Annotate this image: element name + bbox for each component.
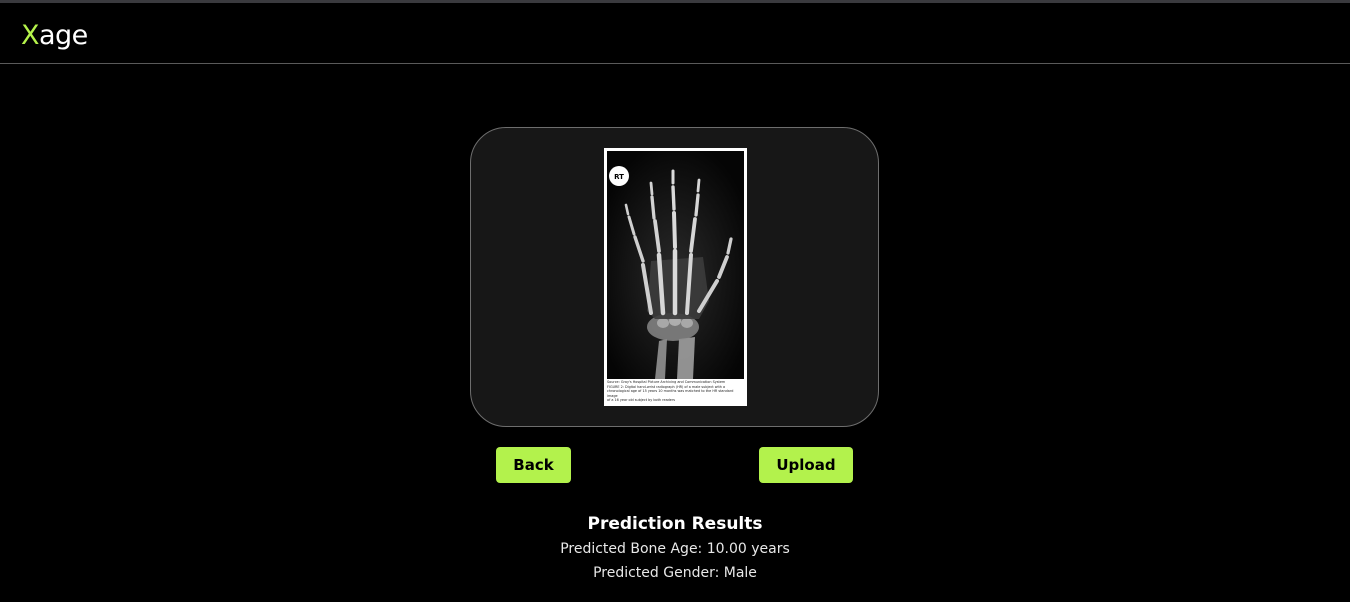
- app-logo[interactable]: Xage: [21, 19, 88, 53]
- predicted-bone-age: Predicted Bone Age: 10.00 years: [560, 541, 790, 557]
- xray-caption: Source: Gray's Hospital Picture Archivin…: [607, 380, 744, 403]
- upload-button[interactable]: Upload: [759, 447, 853, 483]
- navbar: Xage: [0, 3, 1350, 64]
- prediction-results: Prediction Results Predicted Bone Age: 1…: [0, 511, 1350, 585]
- uploaded-xray-image: RT Source: Gray's Hospital Picture Archi…: [604, 148, 747, 406]
- predicted-gender: Predicted Gender: Male: [593, 565, 757, 581]
- caption-line: Source: Gray's Hospital Picture Archivin…: [607, 380, 726, 384]
- image-preview-card: RT Source: Gray's Hospital Picture Archi…: [470, 127, 879, 427]
- caption-line: chronological age of 15 years 10 months …: [607, 389, 734, 398]
- logo-letter-x: X: [21, 20, 40, 51]
- logo-text: age: [39, 20, 88, 51]
- caption-line: of a 16 year old subject by both readers: [607, 398, 676, 403]
- xray-marker: RT: [614, 173, 624, 181]
- results-title: Prediction Results: [587, 514, 763, 534]
- back-button[interactable]: Back: [496, 447, 571, 483]
- hand-xray-icon: RT: [607, 151, 744, 379]
